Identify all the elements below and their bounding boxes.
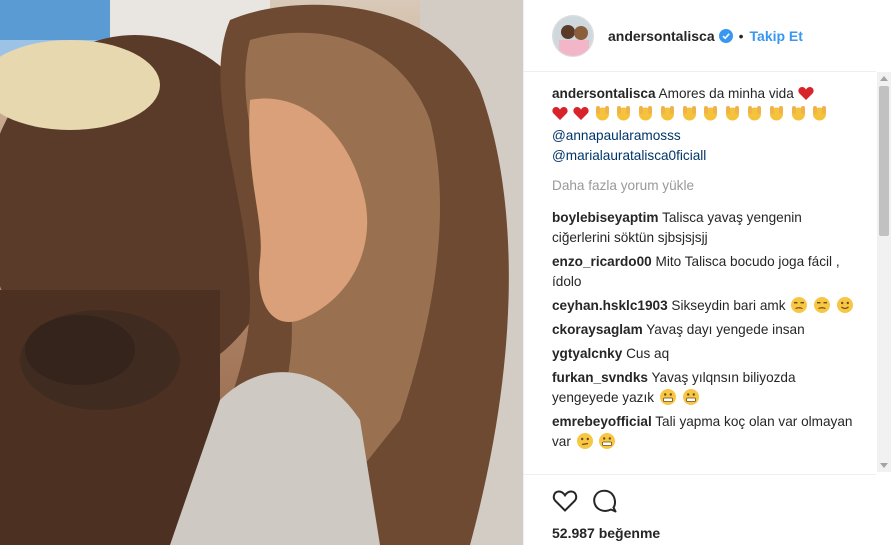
comments-scrollbar[interactable] [877, 72, 891, 472]
comment-item: emrebeyofficial Tali yapma koç olan var … [552, 412, 862, 452]
comment-item: ceyhan.hsklc1903 Sikseydin bari amk [552, 296, 862, 316]
raising-hands-emoji-icon [726, 106, 740, 121]
comment-text: Sikseydin bari amk [671, 298, 786, 313]
comment-bubble-icon[interactable] [592, 488, 618, 514]
raising-hands-emoji-icon [595, 106, 609, 121]
caption-text: Amores da minha vida [658, 86, 794, 101]
post-photo-illustration [0, 0, 523, 545]
post-photo[interactable] [0, 0, 523, 545]
comment-text: Yavaş dayı yengede insan [646, 322, 805, 337]
raising-hands-emoji-icon [704, 106, 718, 121]
load-more-comments-button[interactable]: Daha fazla yorum yükle [552, 176, 862, 196]
heart-outline-icon[interactable] [552, 489, 578, 513]
post-side-panel: andersontalisca • Takip Et andersontalis… [523, 0, 891, 545]
scrollbar-thumb[interactable] [879, 86, 889, 236]
smiling-face-emoji-icon [836, 297, 853, 313]
post-actions: 52.987 beğenme [524, 474, 876, 545]
comment-username[interactable]: emrebeyofficial [552, 414, 652, 429]
comment-text: Cus aq [626, 346, 670, 361]
comment-item: ckoraysaglam Yavaş dayı yengede insan [552, 320, 862, 340]
avatar[interactable] [552, 14, 594, 57]
grimacing-face-emoji-icon [659, 389, 676, 405]
scroll-down-arrow-icon[interactable] [880, 463, 888, 468]
raising-hands-emoji-icon [813, 106, 827, 121]
raising-hands-emoji-icon [660, 106, 674, 121]
raising-hands-emoji-icon [748, 106, 762, 121]
red-heart-emoji-icon [573, 106, 589, 120]
post-header: andersontalisca • Takip Et [524, 0, 876, 72]
comment-item: ygtyalcnky Cus aq [552, 344, 862, 364]
grimacing-face-emoji-icon [682, 389, 699, 405]
unamused-face-emoji-icon [791, 297, 808, 313]
comment-username[interactable]: boylebiseyaptim [552, 210, 659, 225]
comment-item: boylebiseyaptim Talisca yavaş yengenin c… [552, 208, 862, 248]
caption-emoji-row [552, 104, 862, 126]
separator-dot: • [738, 27, 744, 44]
avatar-image [553, 15, 593, 56]
raising-hands-emoji-icon [617, 106, 631, 121]
comment-username[interactable]: furkan_svndks [552, 370, 648, 385]
verified-badge-icon [718, 28, 733, 43]
action-icons-row [552, 475, 876, 527]
comment-item: furkan_svndks Yavaş yılqnsın biliyozda y… [552, 368, 862, 408]
scroll-up-arrow-icon[interactable] [880, 76, 888, 81]
comments-list: andersontalisca Amores da minha vida @an… [552, 84, 862, 472]
red-heart-emoji-icon [797, 86, 814, 100]
unamused-face-emoji-icon [814, 297, 831, 313]
caption-mention-marialaura[interactable]: @marialauratalisca0ficiall [552, 146, 862, 166]
comment-username[interactable]: ceyhan.hsklc1903 [552, 298, 668, 313]
raising-hands-emoji-icon [791, 106, 805, 121]
red-heart-emoji-icon [552, 106, 568, 120]
raising-hands-emoji-icon [682, 106, 696, 121]
comment-username[interactable]: ygtyalcnky [552, 346, 622, 361]
comment-item: enzo_ricardo00 Mito Talisca bocudo joga … [552, 252, 862, 292]
comment-username[interactable]: enzo_ricardo00 [552, 254, 652, 269]
caption-mention-annapaula[interactable]: @annapaularamosss [552, 126, 862, 146]
caption-author[interactable]: andersontalisca [552, 86, 656, 101]
author-handle[interactable]: andersontalisca [608, 28, 715, 44]
raising-hands-emoji-icon [639, 106, 653, 121]
confused-face-emoji-icon [576, 433, 593, 449]
post-caption: andersontalisca Amores da minha vida @an… [552, 84, 862, 166]
likes-count[interactable]: 52.987 beğenme [552, 525, 876, 541]
comment-username[interactable]: ckoraysaglam [552, 322, 643, 337]
raising-hands-emoji-icon [769, 106, 783, 121]
follow-button[interactable]: Takip Et [750, 28, 803, 44]
grimacing-face-emoji-icon [599, 433, 616, 449]
